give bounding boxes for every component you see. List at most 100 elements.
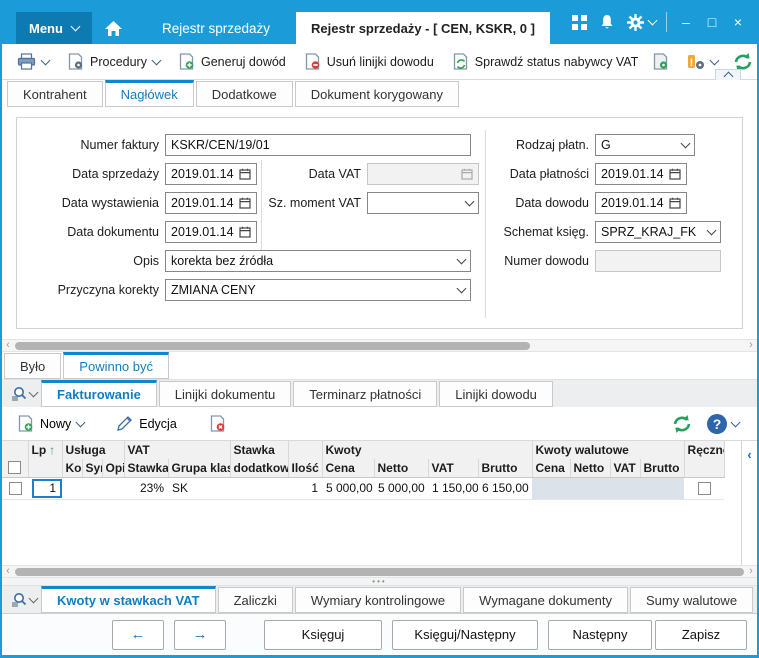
calendar-icon[interactable] bbox=[239, 226, 251, 238]
col-lp-header[interactable]: Lp ↑ bbox=[28, 441, 63, 459]
table-row[interactable]: 1 23% SK 1 5 000,00 5 000,00 1 150,00 6 … bbox=[2, 477, 725, 500]
col-dodatkowa-header[interactable]: dodatkowa bbox=[230, 459, 289, 478]
col-brutto-wal-header[interactable]: Brutto bbox=[640, 459, 685, 478]
ksieguj-button[interactable]: Księguj bbox=[264, 619, 382, 650]
procedury-button[interactable]: Procedury bbox=[62, 49, 165, 74]
tab-sumy-walutowe[interactable]: Sumy walutowe bbox=[630, 587, 754, 613]
col-cena-wal-header[interactable]: Cena bbox=[532, 459, 571, 478]
data-dowodu-field[interactable]: 2019.01.14 bbox=[595, 192, 687, 214]
col-reczne-header[interactable]: Ręczne bbox=[684, 441, 725, 459]
col-cena-header[interactable]: Cena bbox=[322, 459, 375, 478]
collapse-side-panel[interactable]: ‹ bbox=[741, 441, 757, 565]
tab-bylo[interactable]: Było bbox=[4, 353, 62, 379]
kos-cell[interactable] bbox=[62, 477, 82, 500]
cena-cell[interactable]: 5 000,00 bbox=[322, 477, 374, 500]
scroll-right-icon[interactable]: › bbox=[745, 340, 757, 351]
tab-linijki-dowodu[interactable]: Linijki dowodu bbox=[439, 381, 553, 407]
scroll-left-icon[interactable]: ‹ bbox=[2, 566, 14, 577]
tab-linijki-dokumentu[interactable]: Linijki dokumentu bbox=[158, 381, 292, 407]
usun-linijki-button[interactable]: Usuń linijki dowodu bbox=[299, 49, 439, 74]
home-button[interactable] bbox=[92, 12, 136, 44]
col-stawka-dodatkowa-header[interactable]: Stawka bbox=[230, 441, 289, 459]
settings-button[interactable] bbox=[621, 8, 649, 36]
minimize-button[interactable]: – bbox=[673, 8, 699, 36]
scrollbar-thumb[interactable] bbox=[15, 568, 744, 576]
edycja-button[interactable]: Edycja bbox=[111, 411, 182, 436]
tab-zaliczki[interactable]: Zaliczki bbox=[217, 587, 293, 613]
toolbar-collapse-button[interactable] bbox=[715, 69, 741, 82]
group-usluga-header[interactable]: Usługa bbox=[62, 441, 125, 459]
ksieguj-nastepny-button[interactable]: Księguj/Następny bbox=[392, 619, 538, 650]
data-sprzedazy-field[interactable]: 2019.01.14 bbox=[165, 163, 257, 185]
calendar-icon[interactable] bbox=[669, 197, 681, 209]
chevron-down-icon[interactable] bbox=[647, 15, 658, 26]
col-vat-wal-header[interactable]: VAT bbox=[610, 459, 641, 478]
scroll-right-icon[interactable]: › bbox=[745, 566, 757, 577]
opis-select[interactable]: korekta bez źródła bbox=[165, 250, 471, 272]
horizontal-scrollbar[interactable]: ‹ › bbox=[2, 339, 757, 352]
opis-cell[interactable] bbox=[102, 477, 124, 500]
col-netto-wal-header[interactable]: Netto bbox=[570, 459, 611, 478]
sprawdz-vat-button[interactable]: Sprawdź status nabywcy VAT bbox=[447, 49, 644, 74]
group-kwoty-header[interactable]: Kwoty bbox=[322, 441, 533, 459]
col-stawka-header[interactable]: Stawka bbox=[124, 459, 169, 478]
grid-help-button[interactable]: ? bbox=[707, 413, 741, 434]
col-ilosc-header[interactable]: Ilość bbox=[288, 459, 323, 478]
tab-wymiary-kontrolingowe[interactable]: Wymiary kontrolingowe bbox=[294, 587, 462, 613]
grupa-klas-cell[interactable]: SK bbox=[168, 477, 230, 500]
dodatkowa-cell[interactable] bbox=[230, 477, 288, 500]
print-button[interactable] bbox=[12, 49, 54, 74]
previous-record-button[interactable]: ← bbox=[112, 619, 164, 650]
reczne-cell[interactable] bbox=[684, 477, 725, 500]
maximize-button[interactable]: □ bbox=[699, 8, 725, 36]
data-wystawienia-field[interactable]: 2019.01.14 bbox=[165, 192, 257, 214]
generuj-dowod-button[interactable]: Generuj dowód bbox=[173, 49, 291, 74]
data-platnosci-field[interactable]: 2019.01.14 bbox=[595, 163, 687, 185]
sz-moment-vat-select[interactable] bbox=[367, 192, 479, 214]
active-document-tab[interactable]: Rejestr sprzedaży - [ CEN, KSKR, 0 ] bbox=[296, 12, 550, 44]
row-select-cell[interactable] bbox=[2, 477, 28, 500]
col-vat-header[interactable]: VAT bbox=[428, 459, 479, 478]
zapisz-button[interactable]: Zapisz bbox=[655, 619, 747, 650]
row-checkbox[interactable] bbox=[8, 481, 22, 495]
scrollbar-thumb[interactable] bbox=[15, 342, 530, 350]
group-kwoty-walutowe-header[interactable]: Kwoty walutowe bbox=[532, 441, 685, 459]
tab-naglowek[interactable]: Nagłówek bbox=[104, 80, 194, 107]
vat-cell[interactable]: 1 150,00 bbox=[428, 477, 478, 500]
reczne-checkbox[interactable] bbox=[697, 481, 711, 495]
tab-wymagane-dokumenty[interactable]: Wymagane dokumenty bbox=[463, 587, 629, 613]
titlebar-nav-rejestr-sprzedazy[interactable]: Rejestr sprzedaży bbox=[136, 12, 296, 44]
notifications-button[interactable] bbox=[593, 8, 621, 36]
select-all-cell[interactable] bbox=[2, 459, 29, 478]
tab-kwoty-w-stawkach-vat[interactable]: Kwoty w stawkach VAT bbox=[41, 586, 216, 613]
horizontal-scrollbar-bottom[interactable]: ‹ › bbox=[2, 565, 757, 578]
nowy-button[interactable]: Nowy bbox=[12, 411, 89, 436]
tab-terminarz-platnosci[interactable]: Terminarz płatności bbox=[293, 381, 438, 407]
scroll-left-icon[interactable]: ‹ bbox=[2, 340, 14, 351]
col-brutto-header[interactable]: Brutto bbox=[478, 459, 533, 478]
col-kos-header[interactable]: Kos bbox=[62, 459, 83, 478]
rodzaj-platn-select[interactable]: G bbox=[595, 134, 695, 156]
nastepny-button[interactable]: Następny bbox=[548, 619, 652, 650]
col-syn-header[interactable]: Syn bbox=[82, 459, 103, 478]
focused-cell[interactable]: 1 bbox=[32, 478, 62, 498]
vat-settings-button[interactable] bbox=[647, 49, 674, 74]
apps-grid-button[interactable] bbox=[565, 8, 593, 36]
tab-dokument-korygowany[interactable]: Dokument korygowany bbox=[294, 81, 459, 107]
group-vat-header[interactable]: VAT bbox=[124, 441, 231, 459]
tab-fakturowanie[interactable]: Fakturowanie bbox=[41, 380, 157, 407]
select-all-checkbox[interactable] bbox=[8, 461, 22, 475]
przyczyna-korekty-select[interactable]: ZMIANA CENY bbox=[165, 279, 471, 301]
tab-kontrahent[interactable]: Kontrahent bbox=[7, 81, 103, 107]
brutto-cell[interactable]: 6 150,00 bbox=[478, 477, 532, 500]
calendar-icon[interactable] bbox=[669, 168, 681, 180]
grid-filter-button[interactable] bbox=[7, 386, 41, 402]
col-grupa-klas-header[interactable]: Grupa klas. bbox=[168, 459, 231, 478]
next-record-button[interactable]: → bbox=[174, 619, 226, 650]
netto-cell[interactable]: 5 000,00 bbox=[374, 477, 428, 500]
menu-button[interactable]: Menu bbox=[16, 12, 92, 44]
refresh-icon[interactable] bbox=[671, 414, 693, 434]
calendar-icon[interactable] bbox=[239, 168, 251, 180]
ilosc-cell[interactable]: 1 bbox=[288, 477, 322, 500]
close-button[interactable]: × bbox=[725, 8, 751, 36]
